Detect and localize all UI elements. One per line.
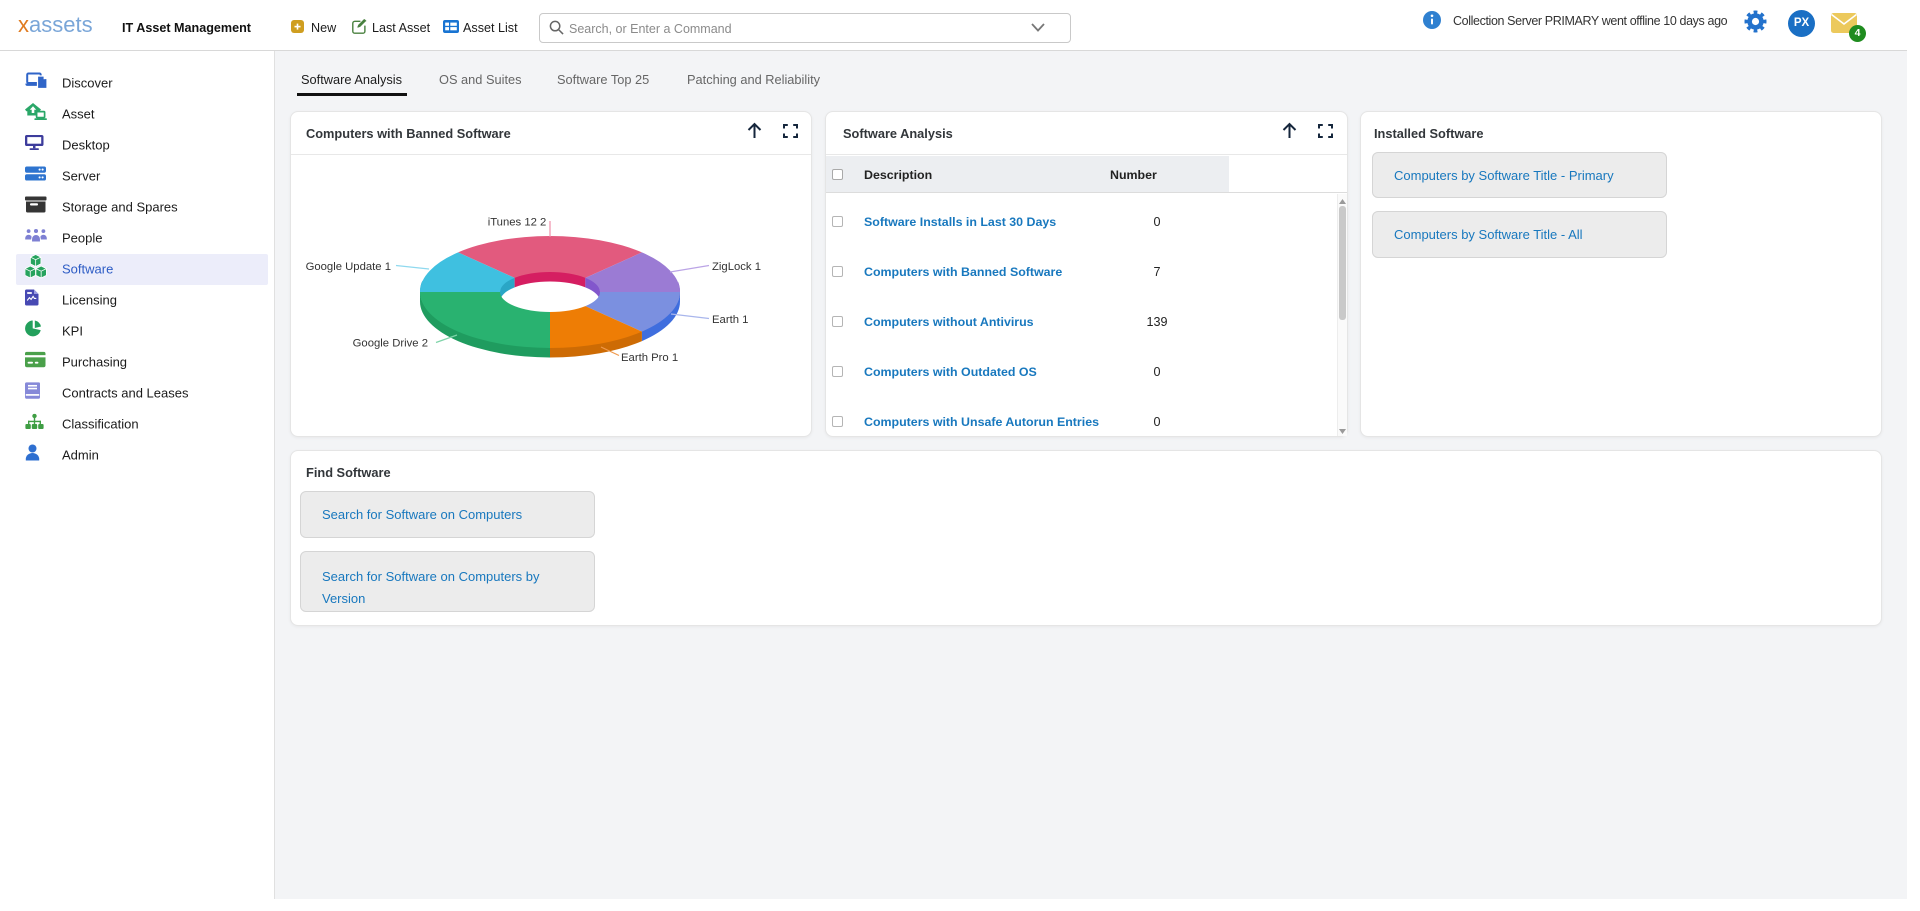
svg-text:Earth Pro 1: Earth Pro 1	[621, 352, 678, 364]
svg-text:ZigLock 1: ZigLock 1	[712, 261, 761, 273]
svg-text:iTunes 12 2: iTunes 12 2	[488, 217, 547, 229]
svg-text:Google Update 1: Google Update 1	[306, 261, 391, 273]
svg-text:Google Drive 2: Google Drive 2	[353, 338, 428, 350]
svg-text:Earth 1: Earth 1	[712, 314, 748, 326]
